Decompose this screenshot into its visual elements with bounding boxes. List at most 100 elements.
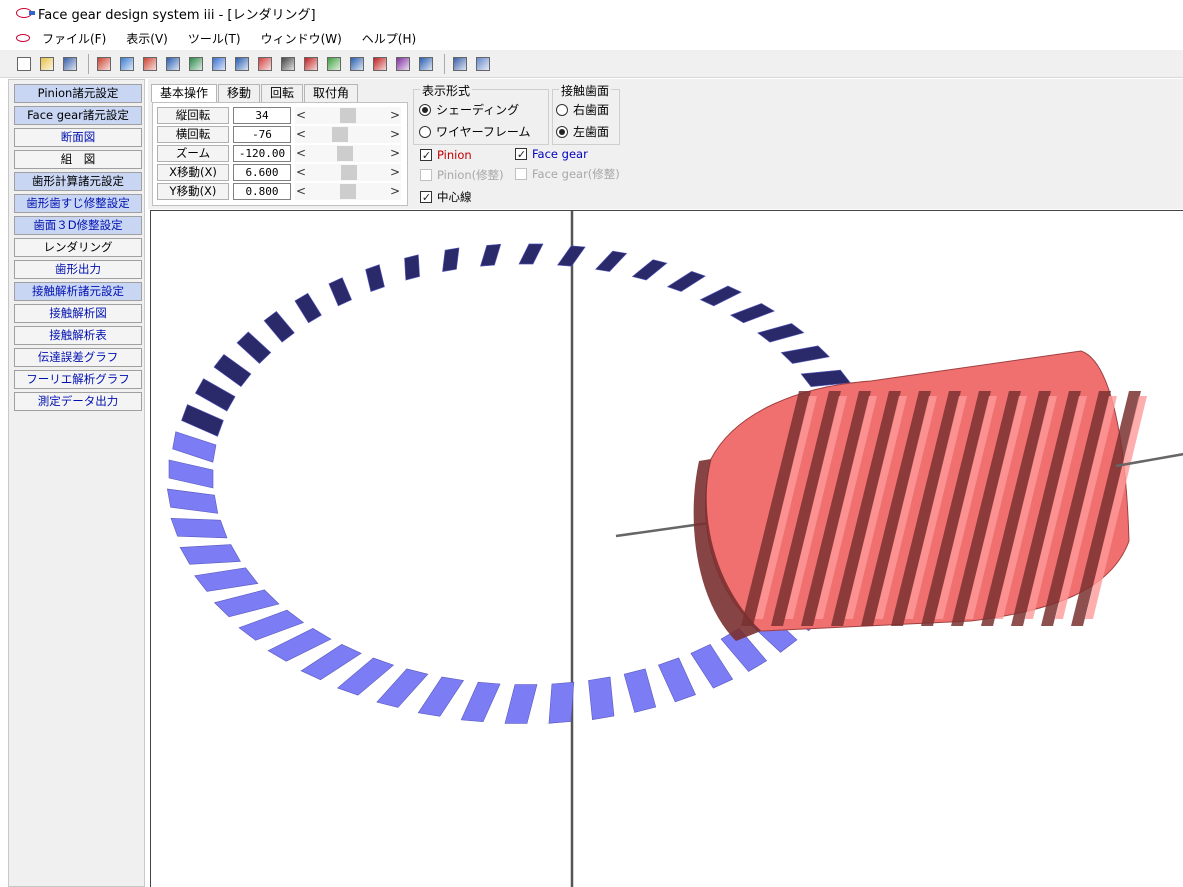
center-line-checkbox[interactable]: 中心線 (420, 189, 472, 205)
pinion-checkbox[interactable]: Pinion (420, 148, 472, 162)
document-icon[interactable] (16, 34, 30, 42)
sidebar-button[interactable]: 測定データ出力 (14, 392, 142, 411)
left-face-radio[interactable]: 左歯面 (556, 123, 609, 140)
pinion-mod-check-label: Pinion(修整) (437, 168, 504, 182)
sidebar-button[interactable]: 接触解析表 (14, 326, 142, 345)
control-value-field[interactable]: 34 (233, 106, 291, 124)
left-face-radio-dot[interactable] (556, 125, 568, 138)
control-value-field[interactable]: 0.800 (233, 182, 291, 200)
face-gear-tooth (179, 544, 241, 565)
output-button[interactable] (278, 54, 298, 74)
shading-radio[interactable]: シェーディング (419, 101, 519, 118)
sidebar-button[interactable]: 接触解析図 (14, 304, 142, 323)
assembly-button[interactable] (163, 54, 183, 74)
scroll-left-arrow-icon[interactable]: < (295, 183, 307, 199)
scroll-thumb[interactable] (341, 164, 358, 180)
window-button[interactable] (450, 54, 470, 74)
fourier-button[interactable] (393, 54, 413, 74)
contact-button[interactable] (301, 54, 321, 74)
sidebar-button[interactable]: Pinion諸元設定 (14, 84, 142, 103)
sidebar-button[interactable]: 接触解析諸元設定 (14, 282, 142, 301)
measurement-icon (419, 56, 433, 71)
face-gear-mod-check-box[interactable] (515, 168, 527, 180)
surface-3d-button[interactable] (232, 54, 252, 74)
control-scrollbar[interactable]: < > (295, 144, 401, 162)
scroll-thumb[interactable] (340, 183, 356, 199)
scroll-thumb[interactable] (336, 145, 353, 161)
tooth-form-button[interactable] (186, 54, 206, 74)
control-scrollbar[interactable]: < > (295, 106, 401, 124)
control-scrollbar[interactable]: < > (295, 163, 401, 181)
menu-view[interactable]: 表示(V) (126, 30, 168, 47)
face-gear-tooth (442, 247, 460, 272)
control-value-field[interactable]: 6.600 (233, 163, 291, 181)
tab-move[interactable]: 移動 (218, 84, 261, 102)
scroll-right-arrow-icon[interactable]: > (389, 107, 401, 123)
menu-tools[interactable]: ツール(T) (188, 30, 241, 47)
sidebar-button[interactable]: フーリエ解析グラフ (14, 370, 142, 389)
control-scrollbar[interactable]: < > (295, 125, 401, 143)
sidebar-button[interactable]: 伝達誤差グラフ (14, 348, 142, 367)
sidebar-button[interactable]: 歯形歯すじ修整設定 (14, 194, 142, 213)
wireframe-radio-dot[interactable] (419, 125, 431, 138)
face-gear-mod-checkbox[interactable]: Face gear(修整) (515, 166, 620, 182)
menu-window[interactable]: ウィンドウ(W) (261, 30, 342, 47)
scroll-right-arrow-icon[interactable]: > (389, 126, 401, 142)
pinion-mod-check-box[interactable] (420, 169, 432, 181)
pinion-mod-checkbox[interactable]: Pinion(修整) (420, 167, 504, 183)
gear-rendering[interactable] (151, 211, 1183, 887)
menu-file[interactable]: ファイル(F) (42, 30, 106, 47)
face-gear-mod-check-label: Face gear(修整) (532, 167, 620, 181)
control-scrollbar[interactable]: < > (295, 182, 401, 200)
new-file-button[interactable] (14, 54, 34, 74)
sidebar-button[interactable]: 歯面３D修整設定 (14, 216, 142, 235)
menu-help[interactable]: ヘルプ(H) (362, 30, 416, 47)
pinion-check-box[interactable] (420, 149, 432, 161)
tab-rotate[interactable]: 回転 (261, 84, 304, 102)
toolbar-separator (444, 53, 445, 74)
face-gear-checkbox[interactable]: Face gear (515, 147, 588, 161)
sidebar-button[interactable]: Face gear諸元設定 (14, 106, 142, 125)
cross-section-button[interactable] (140, 54, 160, 74)
wireframe-label: ワイヤーフレーム (436, 125, 531, 139)
scroll-thumb[interactable] (340, 107, 356, 123)
contact-map-button[interactable] (324, 54, 344, 74)
rendering-button[interactable] (255, 54, 275, 74)
scroll-left-arrow-icon[interactable]: < (295, 164, 307, 180)
sidebar-button[interactable]: 歯形計算諸元設定 (14, 172, 142, 191)
measurement-button[interactable] (416, 54, 436, 74)
sidebar-button[interactable]: 歯形出力 (14, 260, 142, 279)
rendering-icon (258, 56, 272, 71)
wireframe-radio[interactable]: ワイヤーフレーム (419, 123, 531, 140)
scroll-right-arrow-icon[interactable]: > (389, 164, 401, 180)
contact-table-button[interactable] (347, 54, 367, 74)
face-gear-check-box[interactable] (515, 148, 527, 160)
right-face-radio-dot[interactable] (556, 103, 568, 116)
shading-radio-dot[interactable] (419, 103, 431, 116)
scroll-right-arrow-icon[interactable]: > (389, 183, 401, 199)
scroll-right-arrow-icon[interactable]: > (389, 145, 401, 161)
tab-basic[interactable]: 基本操作 (151, 84, 218, 102)
right-face-radio[interactable]: 右歯面 (556, 101, 609, 118)
save-button[interactable] (60, 54, 80, 74)
tab-mount-angle[interactable]: 取付角 (304, 84, 359, 102)
scroll-left-arrow-icon[interactable]: < (295, 145, 307, 161)
sidebar-button[interactable]: 組 図 (14, 150, 142, 169)
pinion-button[interactable] (94, 54, 114, 74)
render-viewport[interactable] (150, 210, 1183, 887)
help-button[interactable] (473, 54, 493, 74)
scroll-thumb[interactable] (332, 126, 349, 142)
tooth-form-icon (189, 56, 203, 71)
modification-button[interactable] (209, 54, 229, 74)
center-line-check-box[interactable] (420, 191, 432, 203)
face-gear-button[interactable] (117, 54, 137, 74)
sidebar-button[interactable]: レンダリング (14, 238, 142, 257)
control-value-field[interactable]: -120.00 (233, 144, 291, 162)
face-gear-tooth (376, 668, 429, 708)
sidebar-button[interactable]: 断面図 (14, 128, 142, 147)
scroll-left-arrow-icon[interactable]: < (295, 107, 307, 123)
scroll-left-arrow-icon[interactable]: < (295, 126, 307, 142)
transmission-error-button[interactable] (370, 54, 390, 74)
open-folder-button[interactable] (37, 54, 57, 74)
control-value-field[interactable]: -76 (233, 125, 291, 143)
